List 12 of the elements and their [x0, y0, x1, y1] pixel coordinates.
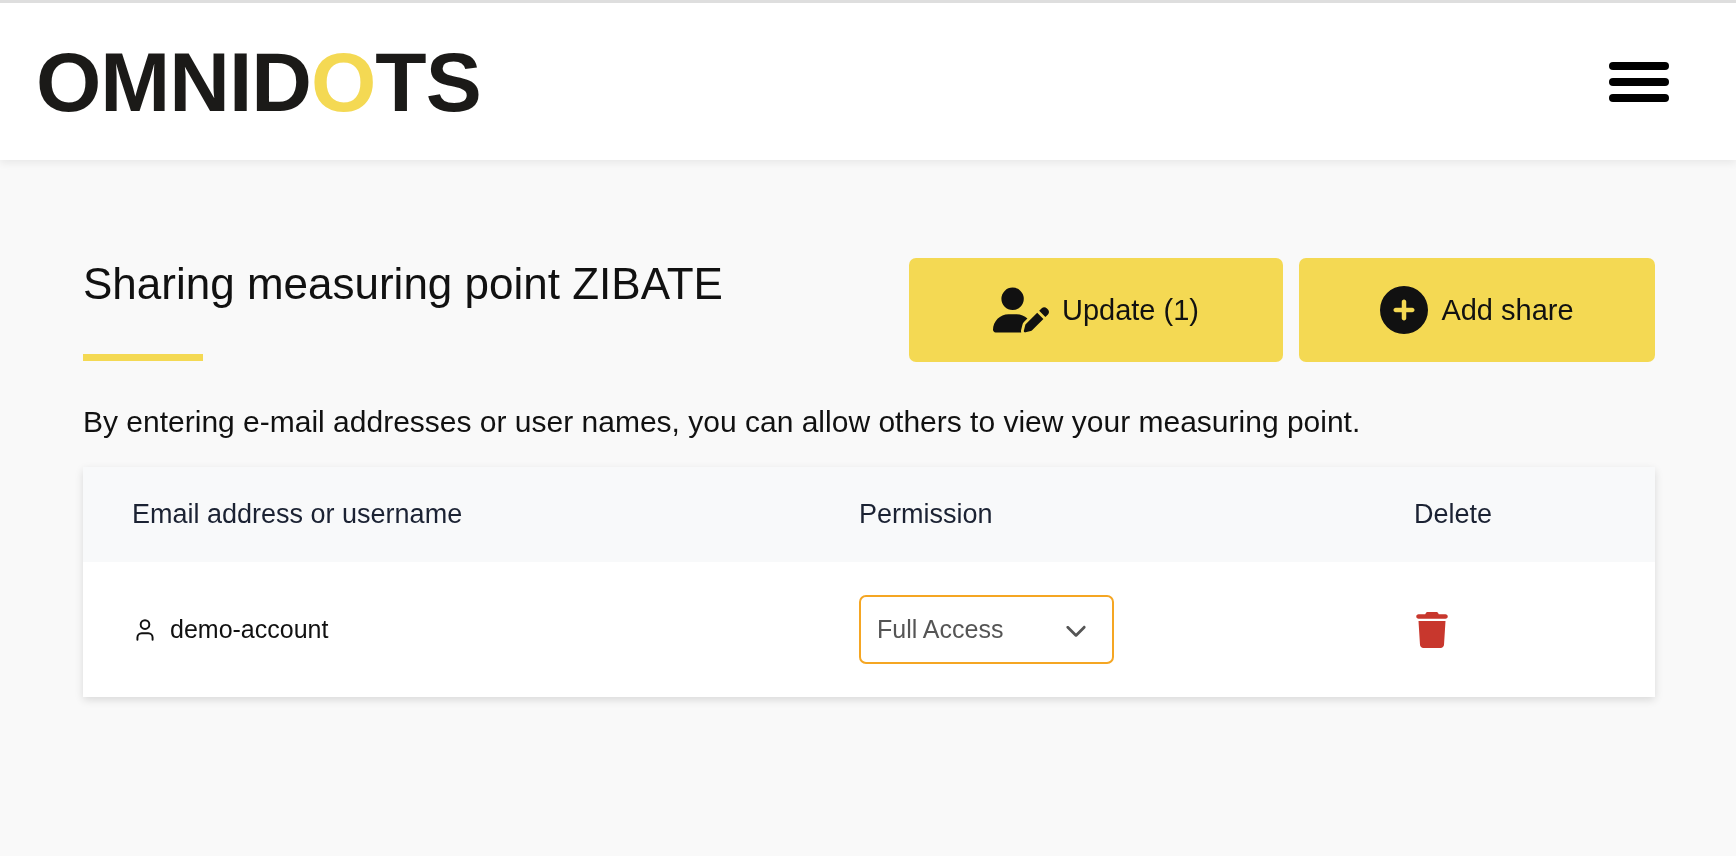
- page-title: Sharing measuring point ZIBATE: [83, 258, 723, 310]
- username: demo-account: [170, 615, 329, 644]
- permission-dropdown[interactable]: Full Access: [859, 595, 1114, 664]
- description-text: By entering e-mail addresses or user names, you can allow others to view your measuring point.: [83, 404, 1362, 440]
- column-header: Email address or username: [132, 499, 463, 530]
- column-header: Delete: [1414, 499, 1493, 530]
- menu-icon[interactable]: [1609, 61, 1669, 102]
- add-share-button[interactable]: Add share: [1299, 258, 1655, 362]
- trash-icon[interactable]: [1414, 611, 1450, 648]
- logo: OMNIDOTS: [36, 39, 481, 124]
- update-button[interactable]: Update (1): [909, 258, 1283, 362]
- column-header: Permission: [859, 499, 993, 530]
